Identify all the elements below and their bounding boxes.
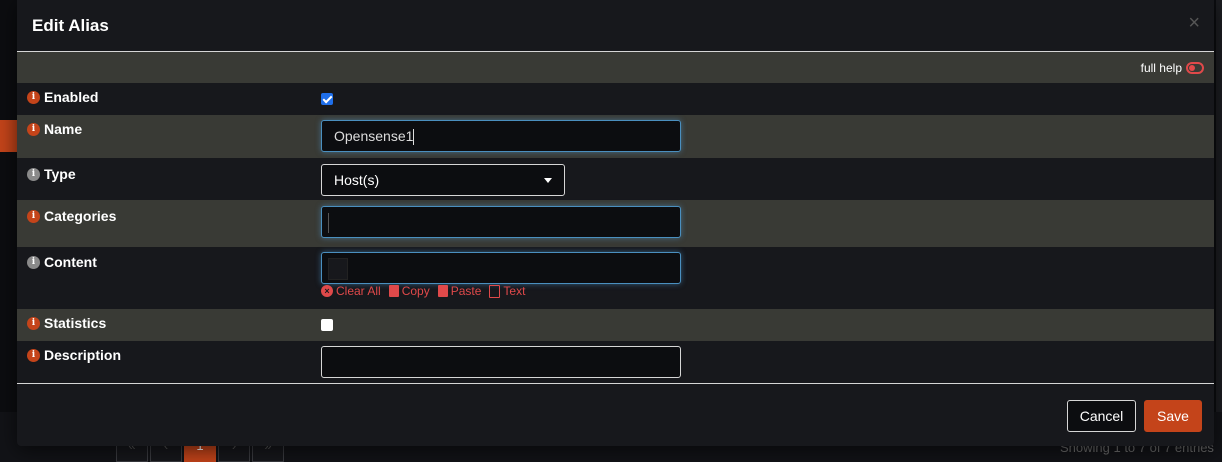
background-sidebar-accent xyxy=(0,120,18,152)
cancel-button[interactable]: Cancel xyxy=(1067,400,1136,432)
content-label-text: Content xyxy=(44,254,97,270)
text-button[interactable]: Text xyxy=(489,284,525,298)
info-circle-icon[interactable]: i xyxy=(27,90,40,104)
type-label: i Type xyxy=(27,166,76,182)
text-cursor xyxy=(413,129,415,146)
caret-down-icon xyxy=(544,178,552,183)
enabled-field xyxy=(321,93,333,105)
type-field: Host(s) xyxy=(321,164,565,196)
row-description: i Description xyxy=(17,341,1214,383)
row-type: i Type Host(s) xyxy=(17,158,1214,200)
name-field: Opensense1 xyxy=(321,120,681,152)
enabled-label: i Enabled xyxy=(27,89,98,105)
name-label-text: Name xyxy=(44,121,83,137)
row-statistics: i Statistics xyxy=(17,309,1214,341)
name-input[interactable]: Opensense1 xyxy=(321,120,681,152)
name-input-value: Opensense1 xyxy=(334,128,414,144)
row-enabled: i Enabled xyxy=(17,83,1214,115)
description-label-text: Description xyxy=(44,347,122,363)
full-help-label[interactable]: full help xyxy=(1141,61,1182,75)
file-text-icon xyxy=(489,284,501,298)
enabled-label-text: Enabled xyxy=(44,89,99,105)
save-button[interactable]: Save xyxy=(1144,400,1202,432)
copy-button[interactable]: Copy xyxy=(388,284,430,298)
content-label: i Content xyxy=(27,254,97,270)
copy-label: Copy xyxy=(401,284,430,298)
modal-header: Edit Alias × xyxy=(17,0,1214,52)
description-input[interactable] xyxy=(321,346,681,378)
content-field xyxy=(321,252,681,284)
info-circle-icon[interactable]: i xyxy=(27,209,40,223)
background-scroll-strip xyxy=(1216,0,1222,462)
close-icon[interactable]: × xyxy=(1188,12,1200,35)
categories-label: i Categories xyxy=(27,208,116,224)
copy-icon xyxy=(388,285,399,297)
text-cursor xyxy=(328,213,329,234)
statistics-field xyxy=(321,319,333,331)
row-content: i Content × Clear All Copy Paste Text xyxy=(17,247,1214,309)
paste-label: Paste xyxy=(450,284,482,298)
modal-footer: Cancel Save xyxy=(17,383,1214,447)
help-bar: full help xyxy=(17,52,1214,83)
statistics-label: i Statistics xyxy=(27,315,106,331)
info-circle-icon[interactable]: i xyxy=(27,316,40,330)
statistics-checkbox[interactable] xyxy=(321,319,333,331)
info-circle-icon[interactable]: i xyxy=(27,122,40,136)
edit-alias-modal: Edit Alias × full help i Enabled i Name … xyxy=(17,0,1214,446)
times-circle-icon: × xyxy=(321,285,333,297)
content-token-box xyxy=(328,258,348,280)
info-circle-icon[interactable]: i xyxy=(27,348,40,362)
clear-all-button[interactable]: × Clear All xyxy=(321,284,381,298)
info-circle-icon[interactable]: i xyxy=(27,167,40,181)
description-label: i Description xyxy=(27,347,121,363)
row-name: i Name Opensense1 xyxy=(17,115,1214,158)
text-label: Text xyxy=(503,284,526,298)
modal-title: Edit Alias xyxy=(32,16,109,35)
description-field xyxy=(321,346,681,378)
categories-input[interactable] xyxy=(321,206,681,238)
enabled-checkbox[interactable] xyxy=(321,93,333,105)
name-label: i Name xyxy=(27,121,82,137)
type-select-value: Host(s) xyxy=(334,172,380,188)
statistics-label-text: Statistics xyxy=(44,315,107,331)
paste-button[interactable]: Paste xyxy=(437,284,482,298)
info-circle-icon[interactable]: i xyxy=(27,255,40,269)
type-label-text: Type xyxy=(44,166,76,182)
type-select[interactable]: Host(s) xyxy=(321,164,565,196)
categories-label-text: Categories xyxy=(44,208,117,224)
clear-all-label: Clear All xyxy=(336,284,381,298)
toggle-off-icon[interactable] xyxy=(1186,62,1204,74)
content-tools: × Clear All Copy Paste Text xyxy=(321,284,533,298)
categories-field xyxy=(321,206,681,238)
content-input[interactable] xyxy=(321,252,681,284)
paste-icon xyxy=(437,285,448,297)
row-categories: i Categories xyxy=(17,200,1214,247)
